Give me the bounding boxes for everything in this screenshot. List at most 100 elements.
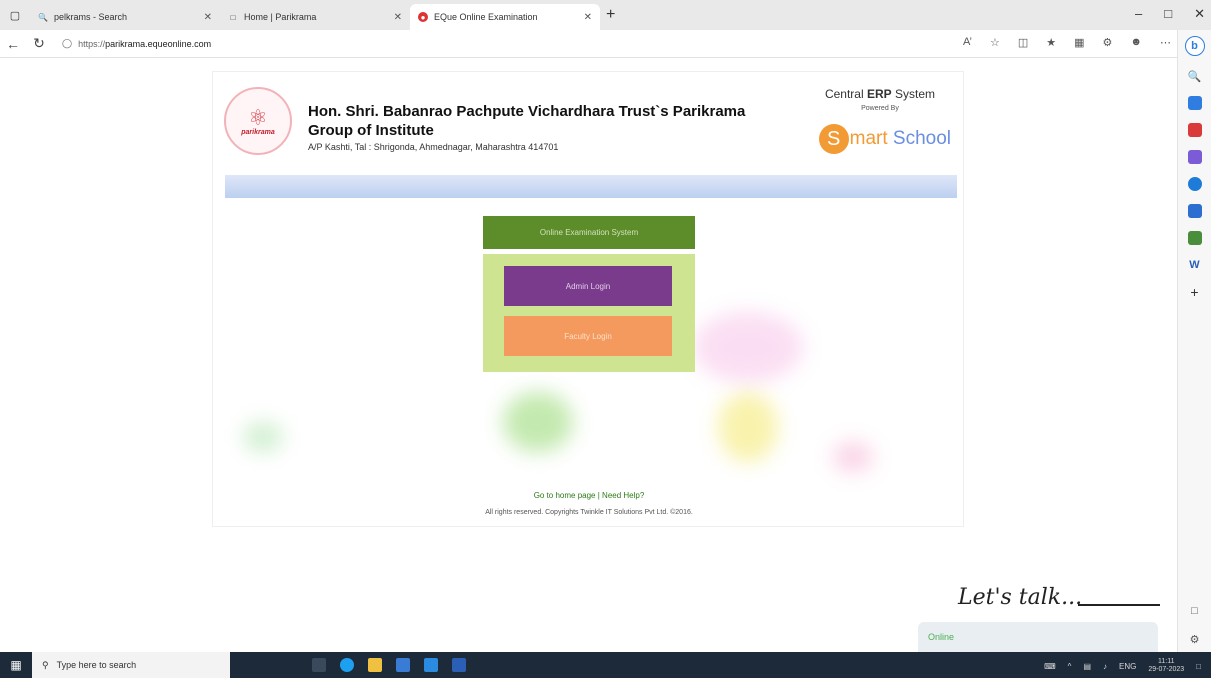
system-tray: ⌨ ^ ▤ ♪ ENG 11:11 29-07-2023 □ — [1044, 658, 1201, 674]
brand-word-1: mart — [849, 128, 888, 149]
drop-icon[interactable] — [1187, 231, 1202, 245]
exam-page: ⚛ parikrama Hon. Shri. Babanrao Pachpute… — [212, 71, 964, 527]
tab-title: EQue Online Examination — [434, 12, 538, 22]
header-band — [225, 175, 957, 198]
favorites-icon[interactable]: ★ — [1046, 36, 1056, 49]
store-icon[interactable] — [396, 658, 410, 672]
lets-talk-label[interactable]: Let's talk... — [958, 585, 1082, 610]
chat-online-bar[interactable]: Online — [918, 622, 1158, 652]
toolbar-actions: A’ ☆ ◫ ★ ▦ ⚙ ☻ ⋯ — [963, 36, 1171, 49]
taskbar-search[interactable]: ⚲ Type here to search — [32, 652, 230, 678]
keyboard-icon[interactable]: ⌨ — [1044, 662, 1056, 671]
help-link[interactable]: Need Help? — [602, 491, 644, 500]
window-controls: – □ ✕ — [1135, 6, 1205, 22]
new-tab-button[interactable]: + — [606, 6, 615, 24]
url-domain: parikrama.equeonline.com — [105, 38, 212, 49]
decorative-splash — [718, 392, 778, 462]
exam-favicon-icon: ● — [418, 12, 428, 22]
sidebar-bottom: □ ⚙ — [1190, 605, 1200, 646]
tab-title: Home | Parikrama — [244, 12, 317, 22]
close-tab-icon[interactable]: ✕ — [584, 12, 592, 23]
more-menu-icon[interactable]: ⋯ — [1160, 36, 1171, 49]
close-tab-icon[interactable]: ✕ — [204, 12, 212, 23]
home-page-link[interactable]: Go to home page — [534, 491, 596, 500]
decorative-splash — [833, 442, 873, 472]
read-aloud-icon[interactable]: A’ — [963, 36, 972, 49]
exam-system-title: Online Examination System — [483, 216, 695, 249]
outlook-icon[interactable] — [1187, 204, 1202, 218]
people-icon[interactable] — [1187, 150, 1202, 164]
tab-search[interactable]: 🔍 pelkrams - Search ✕ — [30, 4, 220, 30]
faculty-login-button[interactable]: Faculty Login — [504, 316, 672, 356]
decorative-splash — [503, 392, 573, 452]
close-tab-icon[interactable]: ✕ — [394, 12, 402, 23]
institute-logo: ⚛ parikrama — [224, 87, 292, 155]
clock-time: 11:11 — [1158, 658, 1175, 665]
search-icon: ⚲ — [42, 659, 49, 670]
logo-text: parikrama — [241, 128, 275, 136]
network-icon[interactable]: ▤ — [1083, 662, 1091, 671]
taskbar-search-placeholder: Type here to search — [56, 660, 137, 670]
mail-icon[interactable] — [424, 658, 438, 672]
minimize-icon[interactable]: – — [1135, 6, 1142, 22]
word-app-icon[interactable] — [452, 658, 466, 672]
tag-icon[interactable] — [1187, 96, 1202, 110]
search-icon[interactable]: 🔍 — [1188, 69, 1202, 83]
institute-name: Hon. Shri. Babanrao Pachpute Vichardhara… — [308, 103, 746, 139]
bing-chat-icon[interactable]: b — [1184, 36, 1205, 56]
profile-icon[interactable]: ☻ — [1130, 36, 1142, 49]
windows-taskbar: ▦ ⚲ Type here to search ⌨ ^ ▤ ♪ ENG 11:1… — [0, 652, 1211, 678]
copyright-text: All rights reserved. Copyrights Twinkle … — [485, 509, 693, 516]
url-prefix: https:// — [78, 38, 106, 49]
windows-start-icon[interactable]: ▦ — [0, 658, 32, 672]
erp-title: Central ERP System — [824, 87, 935, 101]
tab-home[interactable]: □ Home | Parikrama ✕ — [220, 4, 410, 30]
browser-tab-strip: ▢ 🔍 pelkrams - Search ✕ □ Home | Parikra… — [0, 0, 1211, 30]
decorative-splash — [693, 312, 803, 382]
address-bar: ← ↻ ◯ https://parikrama.equeonline.com A… — [0, 30, 1211, 58]
chat-status: Online — [928, 632, 955, 642]
smart-school-mark: S — [818, 124, 849, 154]
panel-icon[interactable]: □ — [1191, 605, 1198, 617]
url-field[interactable]: ◯ https://parikrama.equeonline.com — [62, 38, 211, 49]
settings-icon[interactable]: ⚙ — [1190, 633, 1200, 646]
collections-icon[interactable]: ▦ — [1074, 36, 1084, 49]
lets-talk-underline — [1078, 604, 1160, 606]
lock-icon: ◯ — [62, 38, 73, 48]
tray-chevron-icon[interactable]: ^ — [1068, 662, 1072, 671]
login-panel: Admin Login Faculty Login — [483, 254, 695, 372]
back-icon[interactable]: ← — [0, 36, 26, 52]
clock-date: 29-07-2023 — [1148, 666, 1185, 673]
word-icon[interactable]: W — [1188, 258, 1202, 272]
edge-sidebar: b 🔍 W + □ ⚙ — [1177, 30, 1211, 652]
maximize-icon[interactable]: □ — [1164, 6, 1172, 22]
edge-icon[interactable] — [340, 658, 354, 672]
brand-word-2: School — [887, 128, 951, 149]
page-header: ⚛ parikrama Hon. Shri. Babanrao Pachpute… — [213, 72, 963, 176]
erp-label: Central ERP System Powered By — [825, 87, 935, 112]
tab-exam[interactable]: ● EQue Online Examination ✕ — [410, 4, 600, 30]
taskbar-clock[interactable]: 11:11 29-07-2023 — [1148, 658, 1184, 674]
admin-login-button[interactable]: Admin Login — [504, 266, 672, 306]
office-icon[interactable] — [1187, 177, 1202, 191]
file-explorer-icon[interactable] — [368, 658, 382, 672]
tab-actions-icon[interactable]: ▢ — [0, 0, 30, 30]
close-window-icon[interactable]: ✕ — [1194, 6, 1205, 22]
notifications-icon[interactable]: □ — [1196, 662, 1201, 671]
institute-address: A/P Kashti, Tal : Shrigonda, Ahmednagar,… — [308, 142, 559, 152]
favorite-star-icon[interactable]: ☆ — [990, 36, 1000, 49]
tab-title: pelkrams - Search — [54, 12, 128, 22]
refresh-icon[interactable]: ↻ — [26, 35, 52, 52]
emblem-icon: ⚛ — [248, 104, 268, 130]
page-favicon-icon: □ — [230, 12, 236, 22]
extensions-icon[interactable]: ⚙ — [1103, 36, 1113, 49]
search-favicon-icon: 🔍 — [38, 12, 48, 22]
task-view-icon[interactable] — [312, 658, 326, 672]
decorative-splash — [243, 422, 283, 452]
taskbar-apps — [312, 658, 466, 672]
volume-icon[interactable]: ♪ — [1103, 662, 1107, 671]
language-indicator[interactable]: ENG — [1119, 662, 1136, 671]
split-screen-icon[interactable]: ◫ — [1018, 36, 1028, 49]
add-icon[interactable]: + — [1188, 284, 1202, 300]
shopping-icon[interactable] — [1187, 123, 1202, 137]
